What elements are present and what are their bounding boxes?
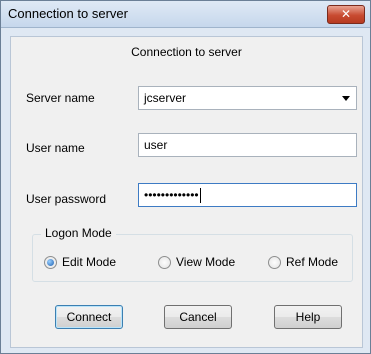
logon-mode-title: Logon Mode bbox=[41, 226, 116, 240]
dialog-window: Connection to server ✕ Connection to ser… bbox=[0, 0, 371, 354]
chevron-down-icon[interactable] bbox=[342, 96, 350, 101]
radio-label: View Mode bbox=[176, 255, 236, 269]
server-name-combobox[interactable]: jcserver bbox=[138, 86, 357, 110]
window-title: Connection to server bbox=[8, 6, 128, 21]
user-password-value: ••••••••••••• bbox=[144, 188, 199, 202]
radio-ref-mode[interactable]: Ref Mode bbox=[268, 255, 338, 269]
user-name-label: User name bbox=[26, 141, 85, 155]
user-password-field[interactable]: ••••••••••••• bbox=[138, 183, 357, 207]
radio-label: Edit Mode bbox=[62, 255, 117, 269]
user-name-value: user bbox=[144, 138, 168, 152]
radio-checked-icon[interactable] bbox=[44, 255, 57, 269]
dialog-client-area: Connection to server Server name jcserve… bbox=[10, 36, 363, 348]
cancel-button[interactable]: Cancel bbox=[164, 305, 232, 329]
radio-edit-mode[interactable]: Edit Mode bbox=[44, 255, 116, 269]
server-name-value: jcserver bbox=[144, 91, 187, 105]
connect-button[interactable]: Connect bbox=[55, 305, 123, 329]
user-name-field[interactable]: user bbox=[138, 133, 357, 157]
help-button[interactable]: Help bbox=[274, 305, 342, 329]
text-caret bbox=[199, 188, 201, 204]
radio-unchecked-icon[interactable] bbox=[268, 255, 281, 269]
user-password-label: User password bbox=[26, 192, 107, 206]
radio-view-mode[interactable]: View Mode bbox=[158, 255, 235, 269]
radio-unchecked-icon[interactable] bbox=[158, 255, 171, 269]
close-button[interactable]: ✕ bbox=[327, 5, 365, 24]
dialog-header: Connection to server bbox=[131, 45, 242, 59]
server-name-label: Server name bbox=[26, 91, 95, 105]
close-icon: ✕ bbox=[340, 7, 352, 21]
radio-label: Ref Mode bbox=[286, 255, 339, 269]
title-bar[interactable]: Connection to server ✕ bbox=[1, 1, 370, 28]
